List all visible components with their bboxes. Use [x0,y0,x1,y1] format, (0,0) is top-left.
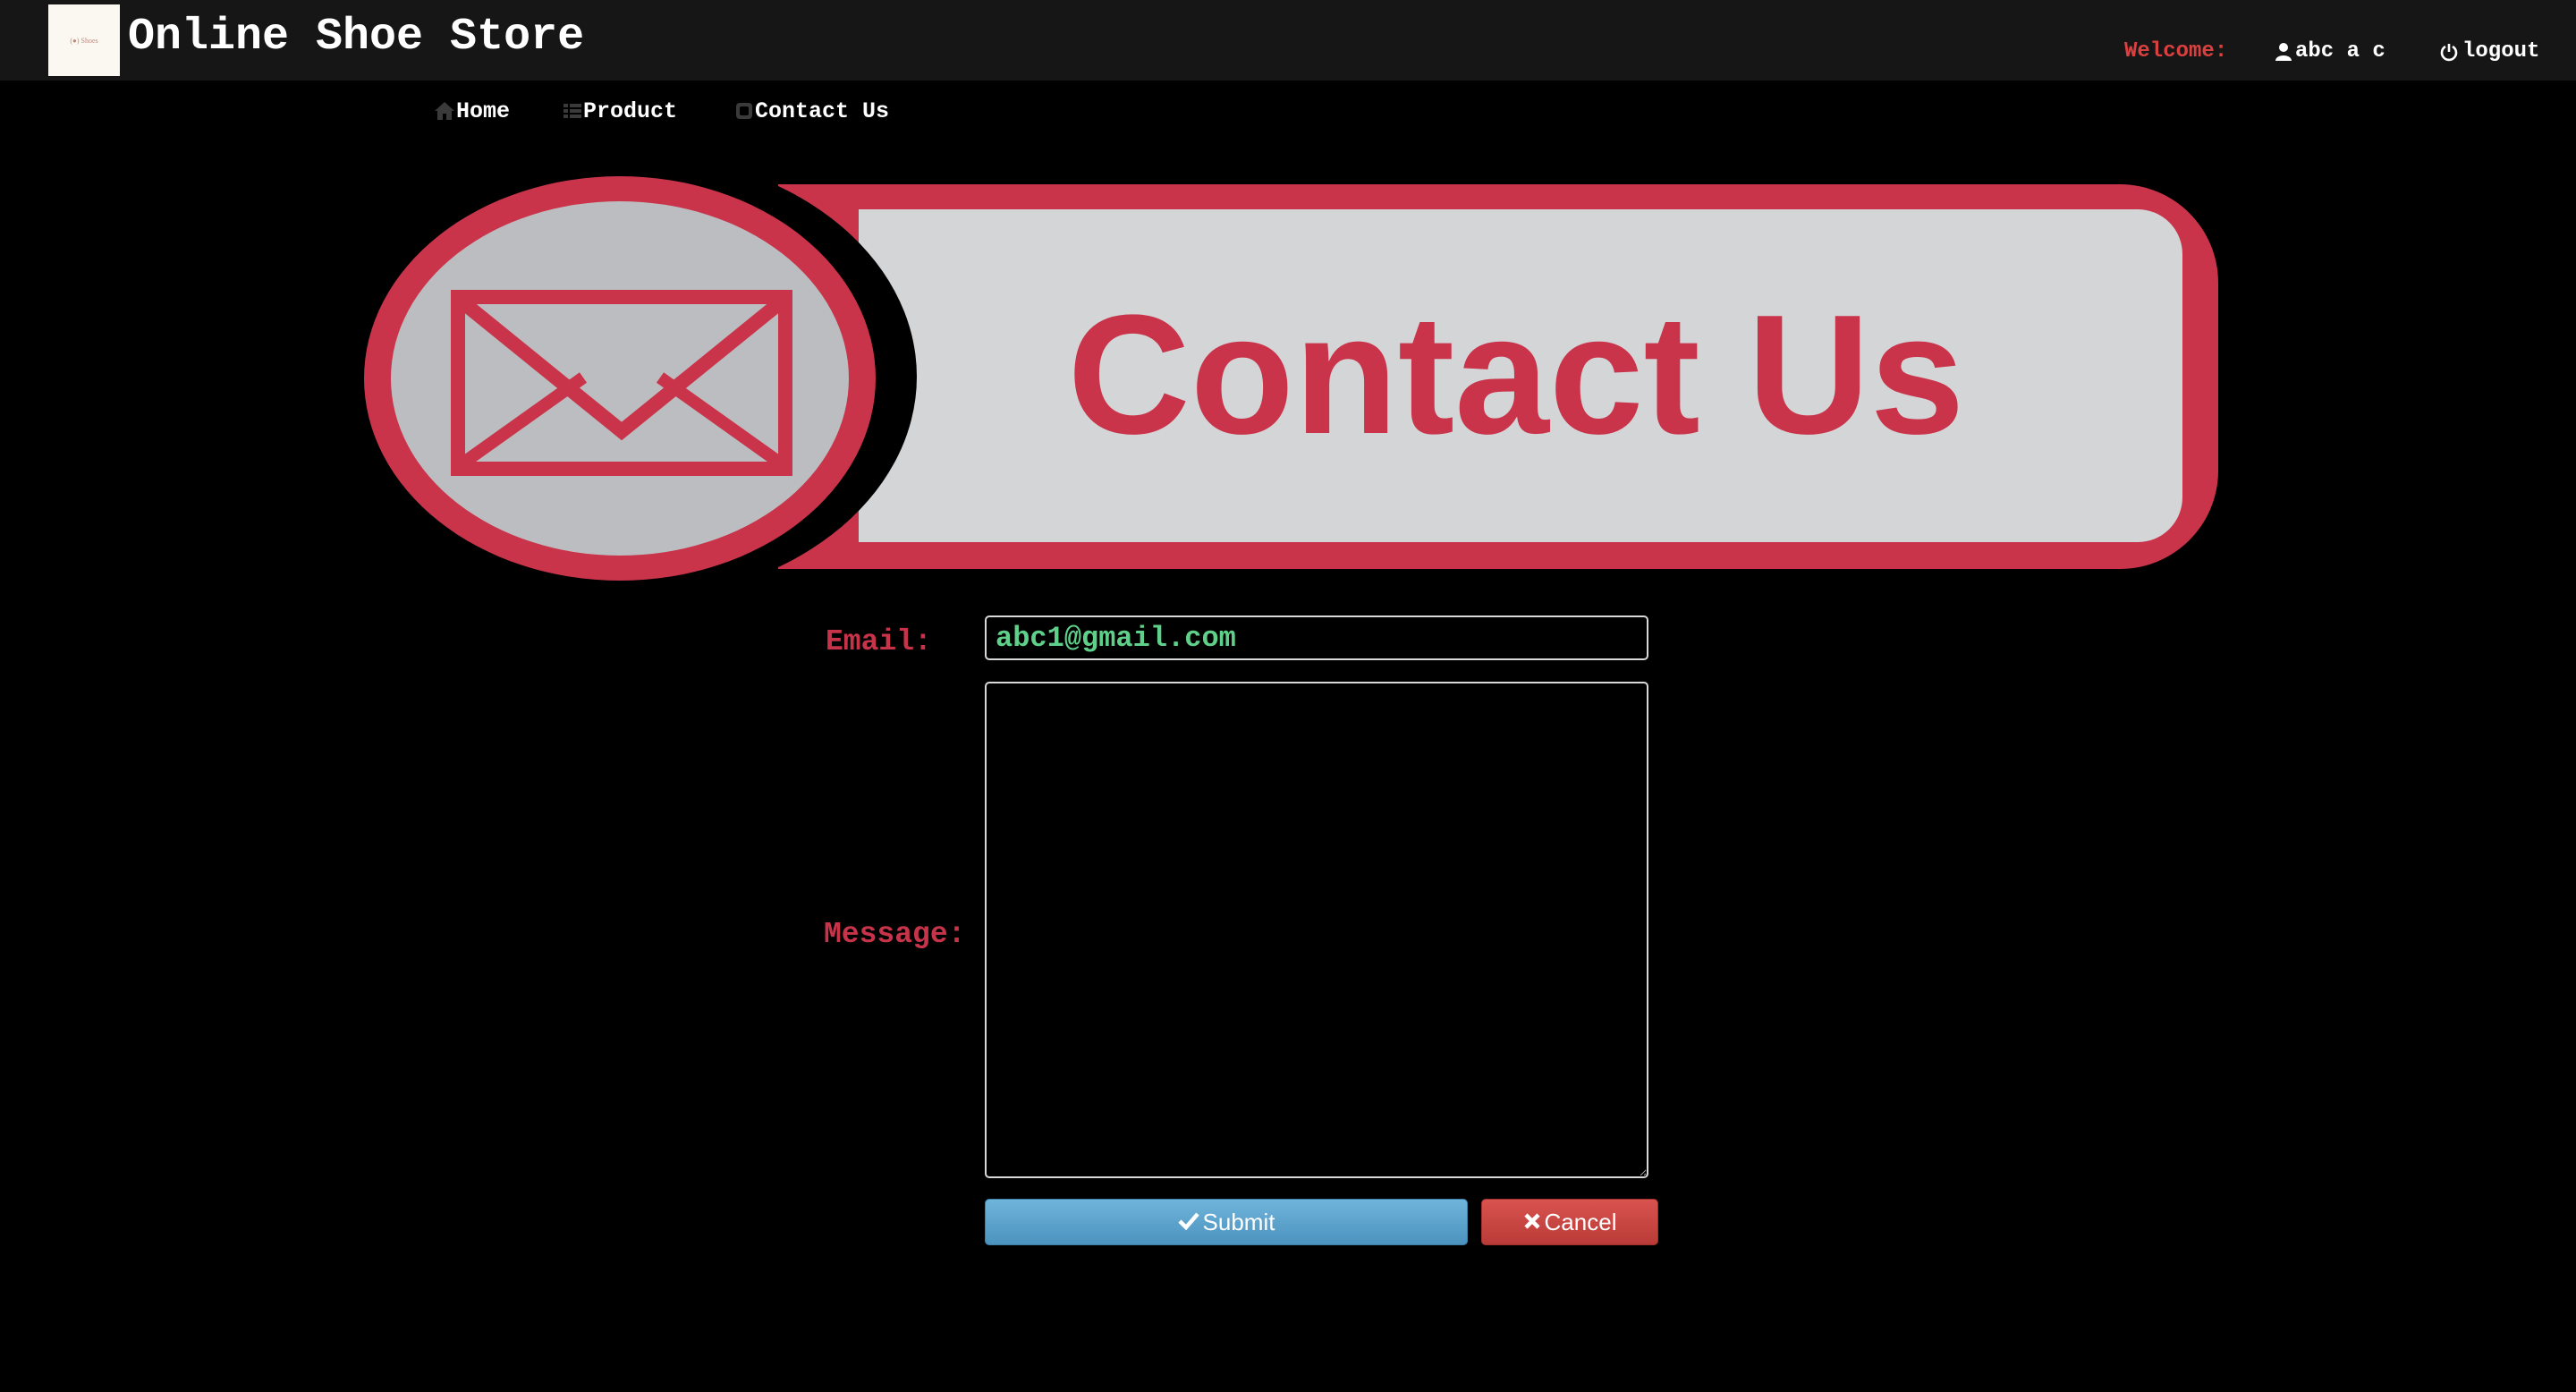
nav-contact-label: Contact Us [755,98,890,124]
home-icon [433,100,456,122]
submit-label: Submit [1202,1208,1275,1235]
nav-home-label: Home [456,98,511,124]
nav-contact[interactable]: Contact Us [733,98,889,124]
email-label: Email: [826,625,932,658]
banner-title: Contact Us [1068,280,1965,470]
submit-button[interactable]: Submit [985,1199,1468,1245]
phone-icon [733,100,755,122]
store-logo[interactable]: (●) Shoes [48,4,120,76]
contact-us-banner: Contact Us [358,175,2218,582]
grid-icon [562,101,583,121]
nav-product-label: Product [583,98,678,124]
nav-product[interactable]: Product [562,98,677,124]
user-profile-link[interactable]: abc a c [2275,39,2385,64]
welcome-label: Welcome: [2124,39,2228,64]
email-field[interactable] [985,615,1648,660]
user-name: abc a c [2295,39,2385,64]
logout-label: logout [2462,39,2540,64]
cancel-label: Cancel [1544,1208,1617,1235]
user-icon [2275,42,2292,62]
power-icon [2439,42,2459,62]
cancel-button[interactable]: Cancel [1481,1199,1658,1245]
message-field[interactable] [985,682,1648,1178]
message-label: Message: [824,918,966,951]
brand-title[interactable]: Online Shoe Store [128,9,584,66]
logout-link[interactable]: logout [2439,39,2539,64]
top-navbar: (●) Shoes Online Shoe Store Welcome: abc… [0,0,2576,81]
nav-home[interactable]: Home [433,98,510,124]
check-icon [1177,1209,1199,1236]
logo-text: (●) Shoes [70,36,98,45]
close-icon [1523,1209,1541,1236]
